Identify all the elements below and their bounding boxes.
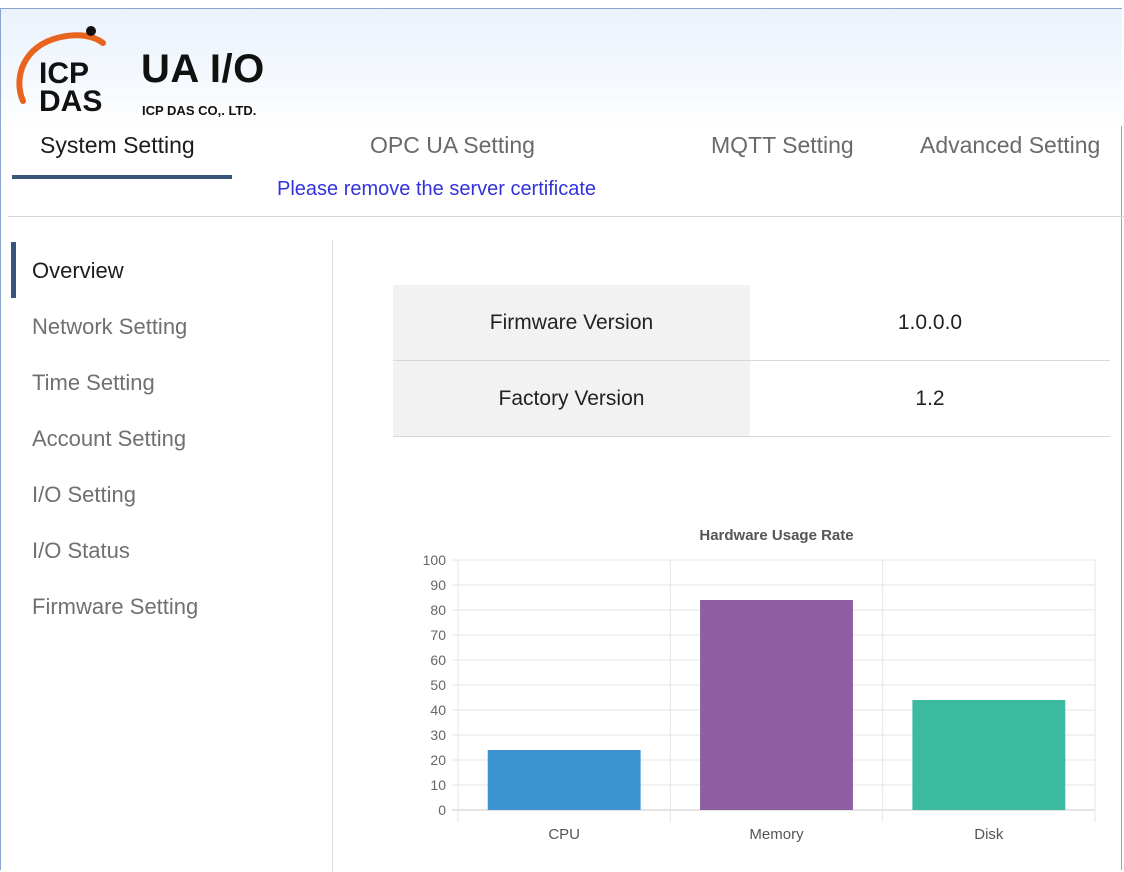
bar-disk bbox=[912, 700, 1066, 810]
product-title: UA I/O bbox=[141, 47, 265, 91]
hardware-usage-chart: Hardware Usage Rate 0 10 20 30 40 50 60 70 80 90 10… bbox=[400, 515, 1115, 855]
header-divider bbox=[8, 216, 1124, 217]
sidebar-divider bbox=[332, 240, 333, 872]
factory-version-label: Factory Version bbox=[393, 361, 750, 436]
sidebar-item-overview[interactable]: Overview bbox=[32, 258, 124, 284]
sidebar-item-network-setting[interactable]: Network Setting bbox=[32, 314, 187, 340]
y-tick-label: 20 bbox=[430, 752, 446, 768]
chart-title: Hardware Usage Rate bbox=[699, 527, 853, 544]
sidebar-item-io-setting[interactable]: I/O Setting bbox=[32, 482, 136, 508]
company-name: ICP DAS CO,. LTD. bbox=[142, 103, 257, 118]
bar-cpu bbox=[487, 750, 641, 810]
y-tick-label: 0 bbox=[438, 802, 446, 818]
factory-version-value: 1.2 bbox=[915, 386, 945, 410]
y-tick-label: 50 bbox=[430, 677, 446, 693]
version-table: Firmware Version 1.0.0.0 Factory Version… bbox=[393, 285, 1110, 437]
icp-das-logo: ICP DAS bbox=[16, 26, 106, 118]
y-tick-label: 80 bbox=[430, 602, 446, 618]
certificate-notice: Please remove the server certificate bbox=[277, 178, 597, 200]
y-tick-label: 100 bbox=[423, 552, 447, 568]
firmware-version-label: Firmware Version bbox=[393, 285, 750, 360]
y-tick-label: 70 bbox=[430, 627, 446, 643]
sidebar-item-io-status[interactable]: I/O Status bbox=[32, 538, 130, 564]
tab-mqtt-setting[interactable]: MQTT Setting bbox=[711, 132, 854, 159]
tab-advanced-setting[interactable]: Advanced Setting bbox=[920, 132, 1100, 159]
y-tick-label: 90 bbox=[430, 577, 446, 593]
table-row: Factory Version 1.2 bbox=[393, 361, 1110, 437]
header: ICP DAS UA I/O ICP DAS CO,. LTD. bbox=[1, 9, 1122, 126]
x-tick-label: Memory bbox=[749, 826, 804, 843]
sidebar: Overview Network Setting Time Setting Ac… bbox=[10, 240, 332, 872]
logo-text-das: DAS bbox=[39, 85, 102, 118]
tab-system-setting[interactable]: System Setting bbox=[40, 132, 195, 159]
x-tick-label: CPU bbox=[548, 826, 580, 843]
y-tick-label: 30 bbox=[430, 727, 446, 743]
chart-svg: Hardware Usage Rate 0 10 20 30 40 50 60 70 80 90 10… bbox=[423, 527, 1096, 843]
y-tick-label: 60 bbox=[430, 652, 446, 668]
y-tick-label: 10 bbox=[430, 777, 446, 793]
main-tabs: System Setting OPC UA Setting MQTT Setti… bbox=[0, 122, 1124, 182]
firmware-version-value: 1.0.0.0 bbox=[897, 310, 963, 334]
sidebar-item-time-setting[interactable]: Time Setting bbox=[32, 370, 155, 396]
active-tab-indicator bbox=[12, 175, 232, 179]
table-row: Firmware Version 1.0.0.0 bbox=[393, 285, 1110, 361]
bar-memory bbox=[700, 600, 853, 810]
tab-opc-ua-setting[interactable]: OPC UA Setting bbox=[370, 132, 535, 159]
y-tick-label: 40 bbox=[430, 702, 446, 718]
x-tick-label: Disk bbox=[974, 826, 1004, 843]
sidebar-item-firmware-setting[interactable]: Firmware Setting bbox=[32, 594, 198, 620]
sidebar-item-account-setting[interactable]: Account Setting bbox=[32, 426, 186, 452]
